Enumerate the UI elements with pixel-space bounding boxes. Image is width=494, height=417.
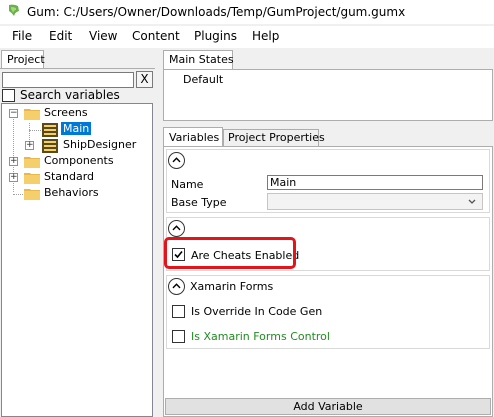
screen-icon	[42, 139, 58, 153]
xamarin-forms-title: Xamarin Forms	[190, 280, 274, 293]
collapse-chevron-up-icon[interactable]	[168, 152, 185, 169]
add-variable-button[interactable]: Add Variable	[165, 398, 491, 415]
collapse-chevron-up-icon[interactable]	[168, 278, 185, 295]
is-xamarin-forms-control-label: Is Xamarin Forms Control	[191, 330, 330, 343]
project-tree[interactable]: − Screens Main + ShipDesigner + Componen…	[1, 103, 153, 417]
tree-item-label: Screens	[44, 106, 88, 119]
folder-icon	[24, 157, 40, 168]
tree-item-standard[interactable]: + Standard	[2, 170, 152, 186]
is-override-in-code-gen-label: Is Override In Code Gen	[191, 305, 323, 318]
search-variables-checkbox[interactable]	[2, 89, 15, 102]
base-type-select[interactable]	[267, 193, 483, 210]
tab-project[interactable]: Project	[1, 50, 45, 68]
tree-item-label: Standard	[44, 170, 95, 183]
screen-icon	[42, 123, 58, 137]
base-type-label: Base Type	[171, 196, 227, 209]
menu-content[interactable]: Content	[132, 29, 180, 43]
collapse-chevron-up-icon[interactable]	[168, 220, 185, 237]
tab-project-properties[interactable]: Project Properties	[223, 129, 325, 146]
gum-app-icon	[9, 4, 19, 17]
search-variables-label: Search variables	[20, 88, 120, 102]
name-label: Name	[171, 178, 204, 191]
search-input[interactable]	[2, 72, 134, 88]
tab-variables[interactable]: Variables	[163, 127, 223, 147]
chevron-down-icon	[468, 199, 476, 204]
tree-item-screens[interactable]: − Screens	[2, 106, 152, 122]
expand-icon[interactable]: +	[9, 157, 18, 166]
highlight-annotation	[164, 237, 296, 269]
tree-item-label: Components	[44, 154, 114, 167]
window-title: Gum: C:/Users/Owner/Downloads/Temp/GumPr…	[27, 5, 406, 19]
menu-file[interactable]: File	[12, 29, 32, 43]
name-input[interactable]	[267, 175, 483, 190]
collapse-icon[interactable]: −	[9, 109, 18, 118]
tree-item-label: ShipDesigner	[63, 138, 137, 151]
menu-plugins[interactable]: Plugins	[194, 29, 237, 43]
tree-item-main[interactable]: Main	[2, 122, 152, 138]
menu-bar: File Edit View Content Plugins Help	[0, 26, 494, 48]
tree-item-label: Behaviors	[44, 186, 99, 199]
menu-edit[interactable]: Edit	[49, 29, 72, 43]
tree-item-label: Main	[61, 122, 92, 135]
tree-item-components[interactable]: + Components	[2, 154, 152, 170]
menu-view[interactable]: View	[89, 29, 117, 43]
folder-icon	[24, 109, 40, 120]
clear-search-button[interactable]: X	[136, 71, 153, 88]
menu-help[interactable]: Help	[252, 29, 279, 43]
folder-icon	[24, 189, 40, 200]
folder-icon	[24, 173, 40, 184]
tree-item-behaviors[interactable]: Behaviors	[2, 186, 152, 202]
tab-main-states[interactable]: Main States	[163, 50, 234, 69]
expand-icon[interactable]: +	[9, 173, 18, 182]
state-item-default[interactable]: Default	[183, 73, 223, 86]
is-xamarin-forms-control-checkbox[interactable]	[172, 330, 185, 343]
is-override-in-code-gen-checkbox[interactable]	[172, 305, 185, 318]
expand-icon[interactable]: +	[25, 141, 34, 150]
tree-item-shipdesigner[interactable]: + ShipDesigner	[2, 138, 152, 154]
